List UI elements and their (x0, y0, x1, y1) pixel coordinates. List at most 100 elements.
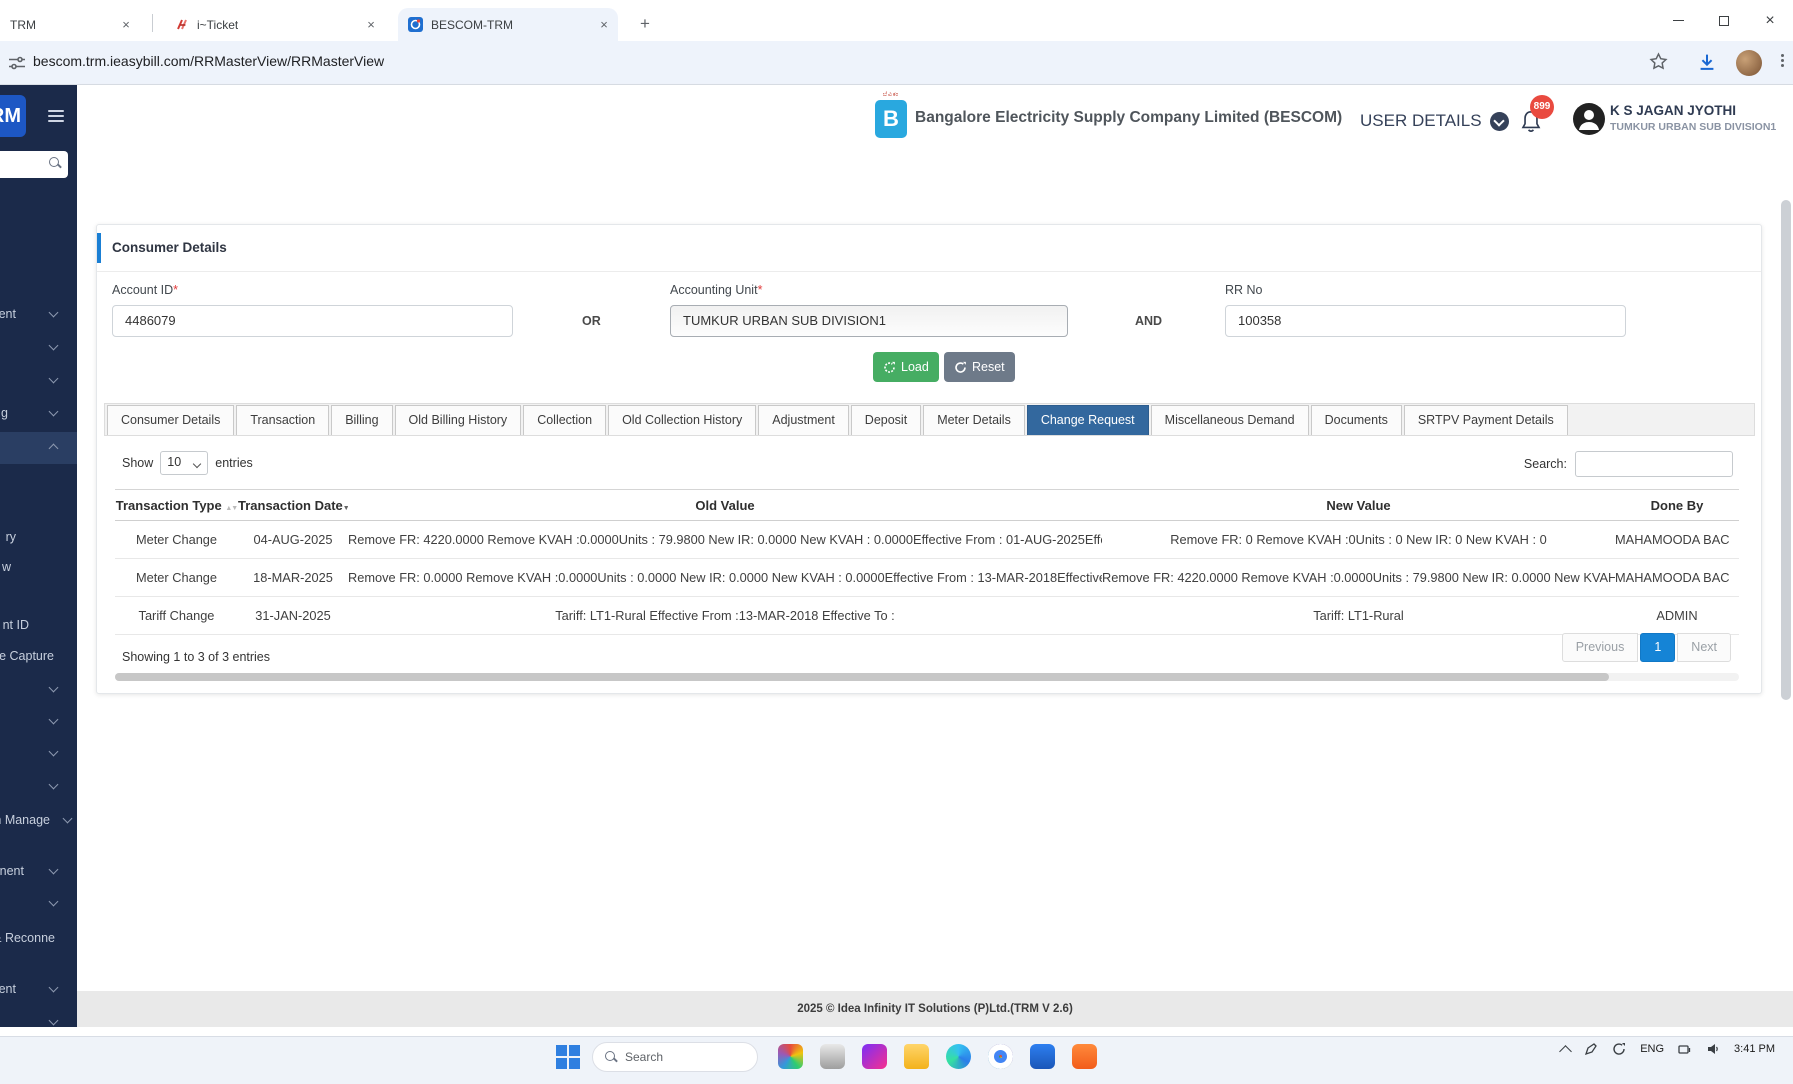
close-tab-icon[interactable]: × (363, 17, 379, 33)
sidebar-subitem[interactable]: ry (0, 523, 77, 551)
sidebar-item[interactable] (0, 675, 77, 703)
taskbar-folder-icon[interactable] (904, 1044, 929, 1069)
start-button[interactable] (555, 1044, 581, 1070)
horizontal-scrollbar[interactable] (115, 673, 1739, 681)
taskbar-search[interactable]: Search (592, 1042, 758, 1072)
tray-sync-icon[interactable] (1612, 1042, 1626, 1056)
sidebar-item[interactable] (0, 1008, 77, 1027)
scrollbar-thumb[interactable] (115, 673, 1610, 681)
sidebar-item[interactable] (0, 739, 77, 767)
page-1-button[interactable]: 1 (1640, 633, 1676, 662)
tray-expand-icon[interactable] (1559, 1044, 1573, 1058)
volume-icon[interactable] (1706, 1042, 1720, 1056)
reset-refresh-icon (955, 361, 966, 373)
maximize-window-button[interactable] (1701, 0, 1747, 41)
sidebar-item[interactable]: g (0, 399, 77, 427)
new-tab-button[interactable]: + (633, 12, 657, 36)
col-done-by[interactable]: Done By (1615, 489, 1739, 521)
tab-change-request[interactable]: Change Request (1026, 405, 1149, 435)
browser-tab-iticket[interactable]: i~Ticket × (165, 8, 385, 41)
browser-tab-trm[interactable]: TRM × (0, 8, 140, 41)
tab-deposit[interactable]: Deposit (850, 405, 922, 435)
account-id-input[interactable]: 4486079 (112, 305, 513, 337)
sidebar-item[interactable] (0, 772, 77, 800)
sidebar-item[interactable]: ent (0, 975, 77, 1003)
user-avatar[interactable] (1573, 103, 1605, 135)
rr-no-input[interactable]: 100358 (1225, 305, 1626, 337)
taskbar-app-icon[interactable] (1072, 1044, 1097, 1069)
tab-old-collection-history[interactable]: Old Collection History (608, 405, 757, 435)
sidebar-item-active[interactable] (0, 432, 77, 464)
table-info: Showing 1 to 3 of 3 entries (122, 650, 271, 664)
download-icon[interactable] (1696, 51, 1718, 73)
entries-select[interactable]: 10 (160, 451, 209, 475)
sidebar-subitem[interactable]: nt ID (0, 611, 77, 639)
sidebar-navigation: TRM ent g ry w nt ID e Capture n Manage … (0, 85, 77, 1027)
col-old-value[interactable]: Old Value (348, 489, 1102, 521)
sidebar-item[interactable]: n Manage (0, 806, 77, 834)
sidebar-item[interactable]: ent (0, 300, 77, 328)
sidebar-subitem[interactable]: & Reconne (0, 924, 77, 952)
scrollbar-thumb[interactable] (1781, 200, 1791, 700)
load-button[interactable]: Load (873, 352, 939, 382)
close-tab-icon[interactable]: × (596, 17, 612, 33)
tab-old-billing-history[interactable]: Old Billing History (394, 405, 522, 435)
taskbar-chrome-icon[interactable] (988, 1044, 1013, 1069)
taskbar-app-icon[interactable] (778, 1044, 803, 1069)
next-page-button[interactable]: Next (1677, 633, 1731, 662)
tab-consumer-details[interactable]: Consumer Details (107, 405, 235, 435)
col-transaction-date[interactable]: Transaction Date▼ (238, 489, 348, 521)
search-icon (49, 157, 61, 169)
chevron-down-icon (48, 373, 59, 384)
clock[interactable]: 3:41 PM (1734, 1043, 1775, 1055)
vertical-scrollbar[interactable] (1781, 145, 1791, 1025)
sidebar-item[interactable]: nent (0, 857, 77, 885)
sidebar-item[interactable] (0, 889, 77, 917)
col-new-value[interactable]: New Value (1102, 489, 1615, 521)
tab-adjustment[interactable]: Adjustment (758, 405, 849, 435)
table-row[interactable]: Meter Change 18-MAR-2025 Remove FR: 0.00… (115, 558, 1739, 597)
close-window-button[interactable]: × (1747, 0, 1793, 41)
sidebar-subitem[interactable]: w (0, 553, 77, 581)
tab-miscellaneous-demand[interactable]: Miscellaneous Demand (1150, 405, 1309, 435)
tab-meter-details[interactable]: Meter Details (923, 405, 1025, 435)
tab-documents[interactable]: Documents (1310, 405, 1402, 435)
consumer-details-card: Consumer Details Account ID* 4486079 OR … (96, 224, 1762, 694)
sidebar-subitem[interactable]: e Capture (0, 642, 77, 670)
language-indicator[interactable]: ENG (1640, 1043, 1664, 1055)
table-row[interactable]: Tariff Change 31-JAN-2025 Tariff: LT1-Ru… (115, 596, 1739, 635)
url-address[interactable]: bescom.trm.ieasybill.com/RRMasterView/RR… (33, 53, 384, 69)
taskbar-briefcase-icon[interactable] (1030, 1044, 1055, 1069)
browser-profile-avatar[interactable] (1736, 50, 1762, 76)
search-input[interactable] (1575, 451, 1733, 477)
user-details-menu[interactable]: USER DETAILS (1360, 111, 1509, 131)
tab-transaction[interactable]: Transaction (236, 405, 330, 435)
sidebar-search-input[interactable] (0, 151, 68, 178)
table-row[interactable]: Meter Change 04-AUG-2025 Remove FR: 4220… (115, 520, 1739, 559)
sidebar-item[interactable] (0, 366, 77, 394)
browser-menu-icon[interactable] (1776, 52, 1788, 69)
tab-billing[interactable]: Billing (331, 405, 393, 435)
site-settings-icon[interactable] (8, 54, 26, 72)
taskbar-edge-icon[interactable] (946, 1044, 971, 1069)
col-transaction-type[interactable]: Transaction Type ▲▼ (115, 489, 238, 521)
sidebar-item[interactable] (0, 707, 77, 735)
network-icon[interactable] (1678, 1042, 1692, 1056)
bookmark-star-icon[interactable] (1648, 51, 1669, 72)
browser-tab-bescom-trm[interactable]: BESCOM-TRM × (398, 8, 618, 41)
tray-pen-icon[interactable] (1584, 1042, 1598, 1056)
previous-page-button[interactable]: Previous (1561, 633, 1639, 662)
tab-srtpv-payment-details[interactable]: SRTPV Payment Details (1403, 405, 1568, 435)
sidebar-item[interactable] (0, 333, 77, 361)
minimize-window-button[interactable] (1655, 0, 1701, 41)
hamburger-menu-icon[interactable] (48, 107, 64, 125)
notifications-bell[interactable]: 899 (1520, 95, 1554, 138)
sidebar-item-label: nt ID (2, 618, 29, 632)
taskbar-app-icon[interactable] (862, 1044, 887, 1069)
tab-collection[interactable]: Collection (523, 405, 607, 435)
taskbar-app-icon[interactable] (820, 1044, 845, 1069)
reset-button[interactable]: Reset (944, 352, 1015, 382)
notification-count-badge: 899 (1530, 95, 1554, 119)
accounting-unit-input[interactable]: TUMKUR URBAN SUB DIVISION1 (670, 305, 1068, 337)
close-tab-icon[interactable]: × (118, 17, 134, 33)
